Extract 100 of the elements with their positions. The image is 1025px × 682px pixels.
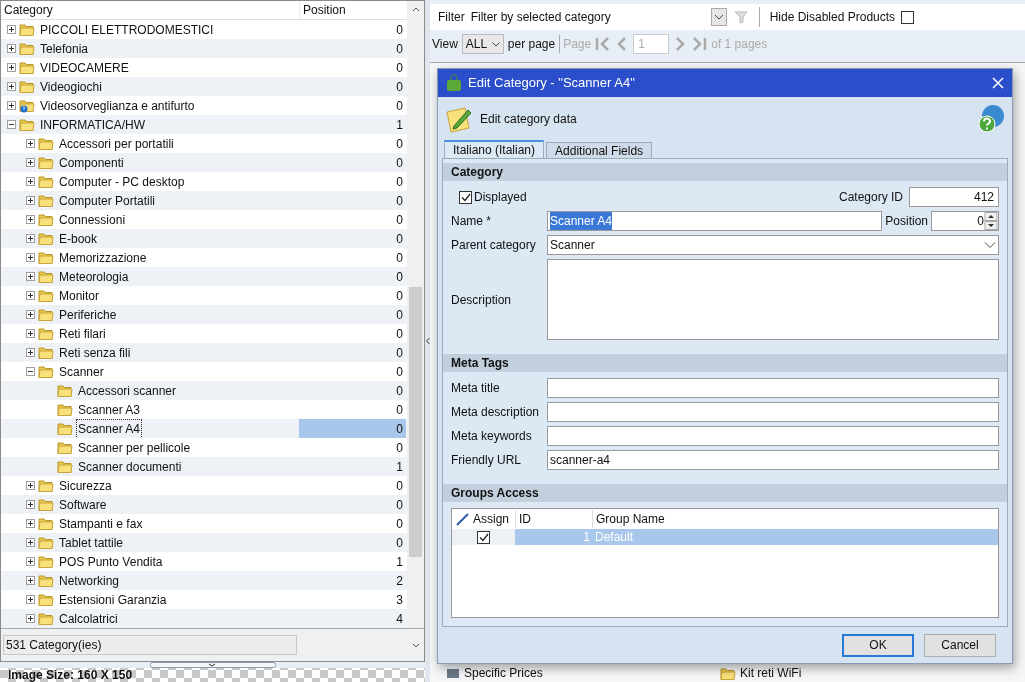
- position-cell-text: 0: [395, 40, 404, 58]
- displayed-label: Displayed: [474, 189, 528, 207]
- collapse-icon[interactable]: [7, 120, 16, 129]
- folder-icon: [38, 535, 54, 550]
- position-cell-text: 0: [395, 344, 404, 362]
- meta-input-field[interactable]: [547, 378, 999, 399]
- expand-icon[interactable]: [26, 557, 35, 566]
- column-header[interactable]: ID: [515, 510, 592, 529]
- expand-icon[interactable]: [26, 595, 35, 604]
- tree-item-label: Telefonia: [39, 40, 90, 58]
- category-id-field[interactable]: 412: [909, 187, 999, 208]
- filter-dropdown[interactable]: Filter by selected category: [470, 7, 727, 27]
- position-cell-text: 0: [395, 496, 404, 514]
- tree-row[interactable]: Scanner documenti 1: [1, 457, 407, 476]
- assign-checkbox[interactable]: [477, 530, 490, 544]
- expand-icon[interactable]: [26, 139, 35, 148]
- expand-icon[interactable]: [26, 329, 35, 338]
- displayed-checkbox[interactable]: [459, 190, 472, 204]
- expand-icon[interactable]: [26, 310, 35, 319]
- column-header[interactable]: Position: [299, 1, 406, 19]
- tree-row[interactable]: Tablet tattile 0: [1, 533, 407, 552]
- column-header[interactable]: Group Name: [592, 510, 998, 529]
- expand-icon[interactable]: [26, 196, 35, 205]
- tree-item-label: Calcolatrici: [58, 610, 119, 628]
- dialog-subtitle: Edit category data: [480, 110, 578, 128]
- expand-icon[interactable]: [26, 215, 35, 224]
- expand-icon[interactable]: [26, 272, 35, 281]
- collapse-icon[interactable]: [26, 367, 35, 376]
- expand-icon[interactable]: [26, 538, 35, 547]
- expand-icon[interactable]: [26, 614, 35, 623]
- expand-icon[interactable]: [26, 253, 35, 262]
- tree-row[interactable]: Componenti 0: [1, 153, 407, 172]
- tree-row[interactable]: Software 0: [1, 495, 407, 514]
- expand-icon[interactable]: [7, 63, 16, 72]
- tree-row[interactable]: Meteorologia 0: [1, 267, 407, 286]
- tree-item-label: INFORMATICA/HW: [39, 116, 147, 134]
- meta-input-field[interactable]: [547, 426, 999, 447]
- spinner-arrows-icon[interactable]: [984, 212, 998, 231]
- per-page-dropdown[interactable]: ALL: [461, 34, 504, 54]
- position-cell-text: 2: [395, 572, 404, 590]
- meta-field-label: Friendly URL: [451, 452, 523, 470]
- position-cell-text: 0: [395, 192, 404, 210]
- tab[interactable]: Italiano (Italian): [444, 140, 545, 159]
- expand-icon[interactable]: [26, 158, 35, 167]
- meta-input-field[interactable]: [547, 402, 999, 423]
- parent-category-dropdown[interactable]: Scanner: [547, 235, 999, 256]
- tree-row[interactable]: Periferiche 0: [1, 305, 407, 324]
- folder-icon: [38, 592, 54, 607]
- bag-icon: [446, 73, 462, 92]
- tree-row[interactable]: Reti senza fili 0: [1, 343, 407, 362]
- expand-icon[interactable]: [26, 177, 35, 186]
- name-field[interactable]: Scanner A4: [547, 211, 883, 232]
- table-cell-text: 1: [582, 529, 591, 547]
- description-label: Description: [451, 291, 513, 309]
- expand-icon[interactable]: [26, 348, 35, 357]
- table-cell-text: Default: [594, 529, 635, 547]
- column-header[interactable]: Assign: [473, 510, 510, 529]
- help-globe-icon[interactable]: [976, 103, 1006, 134]
- position-spinner[interactable]: 0: [931, 211, 999, 232]
- expand-icon[interactable]: [26, 576, 35, 585]
- expand-icon[interactable]: [7, 101, 16, 110]
- splitter-handle-icon[interactable]: [149, 662, 276, 668]
- description-field[interactable]: [547, 259, 999, 341]
- dialog-button[interactable]: Cancel: [924, 633, 996, 657]
- scrollbar[interactable]: [407, 1, 424, 628]
- expand-icon[interactable]: [26, 291, 35, 300]
- tab[interactable]: Additional Fields: [546, 142, 653, 159]
- position-cell-text: 0: [395, 363, 404, 381]
- folder-icon: [38, 250, 54, 265]
- expand-icon[interactable]: [26, 481, 35, 490]
- pencil-icon: [456, 512, 470, 527]
- expand-icon[interactable]: [26, 500, 35, 509]
- expand-icon[interactable]: [7, 44, 16, 53]
- position-cell-text: 0: [395, 135, 404, 153]
- tree-row[interactable]: Videogiochi 0: [1, 77, 407, 96]
- side-menu-item[interactable]: Specific Prices: [464, 664, 543, 682]
- expand-icon[interactable]: [26, 519, 35, 528]
- tree-row[interactable]: E-book 0: [1, 229, 407, 248]
- folder-icon: [57, 440, 73, 455]
- dialog-button[interactable]: OK: [842, 633, 914, 657]
- close-icon[interactable]: [992, 76, 1004, 89]
- tree-row[interactable]: Accessori scanner 0: [1, 381, 407, 400]
- tree-row[interactable]: Calcolatrici 4: [1, 609, 407, 628]
- tree-row[interactable]: INFORMATICA/HW 1: [1, 115, 407, 134]
- folder-icon: [38, 573, 54, 588]
- tree-item-label: Reti senza fili: [58, 344, 132, 362]
- column-header[interactable]: Category: [1, 1, 299, 19]
- tree-row[interactable]: Networking 2: [1, 571, 407, 590]
- tree-item-label: POS Punto Vendita: [58, 553, 164, 571]
- tree-row[interactable]: Telefonia 0: [1, 39, 407, 58]
- image-size-text: Image Size: 160 X 150: [7, 668, 134, 682]
- tree-row[interactable]: Scanner A4 0: [1, 419, 407, 438]
- scrollbar-thumb[interactable]: [409, 287, 422, 557]
- meta-input-field[interactable]: scanner-a4: [547, 450, 999, 471]
- folder-icon: [38, 136, 54, 151]
- tree-row[interactable]: Computer Portatili 0: [1, 191, 407, 210]
- expand-icon[interactable]: [7, 82, 16, 91]
- tree-item-label: Reti filari: [58, 325, 107, 343]
- expand-icon[interactable]: [7, 25, 16, 34]
- expand-icon[interactable]: [26, 234, 35, 243]
